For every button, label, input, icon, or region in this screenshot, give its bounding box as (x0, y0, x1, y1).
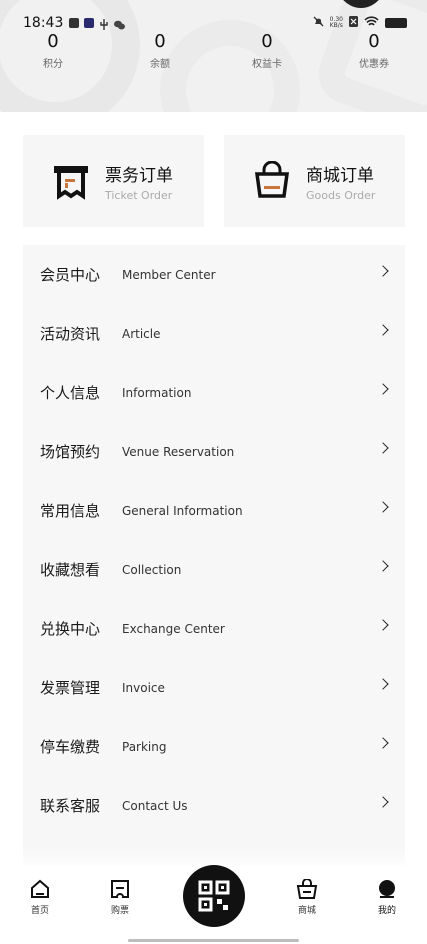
tab-tickets[interactable]: 购票 (95, 879, 145, 916)
home-indicator (128, 939, 299, 942)
notification-icon (69, 18, 80, 28)
ticket-order-title: 票务订单 (105, 165, 173, 186)
menu-item-contact-us[interactable]: 联系客服 Contact Us (23, 776, 405, 835)
menu-item-article[interactable]: 活动资讯 Article (23, 304, 405, 363)
account-stats: 0 积分 0 余额 0 权益卡 0 优惠券 (0, 32, 427, 72)
app-notification-icon (84, 18, 95, 28)
chevron-right-icon (377, 737, 389, 749)
network-speed: 0.30 KB/s (329, 16, 343, 29)
chevron-right-icon (377, 324, 389, 336)
tab-mall[interactable]: 商城 (282, 879, 332, 916)
chevron-right-icon (377, 501, 389, 513)
chevron-right-icon (377, 265, 389, 277)
goods-order-subtitle: Goods Order (306, 188, 376, 202)
menu-item-general-information[interactable]: 常用信息 General Information (23, 481, 405, 540)
ticket-order-icon (54, 166, 88, 200)
ticket-icon (111, 880, 129, 898)
tab-home[interactable]: 首页 (15, 879, 65, 916)
chevron-right-icon (377, 678, 389, 690)
bottom-tab-bar: 首页 购票 商城 我的 (0, 865, 427, 944)
chevron-right-icon (377, 619, 389, 631)
mute-icon (313, 15, 324, 31)
order-cards: 票务订单 Ticket Order 商城订单 Goods Order (23, 135, 405, 227)
chevron-right-icon (377, 383, 389, 395)
tab-profile[interactable]: 我的 (362, 879, 412, 916)
menu-list: 会员中心 Member Center 活动资讯 Article 个人信息 Inf… (23, 245, 405, 865)
menu-item-collection[interactable]: 收藏想看 Collection (23, 540, 405, 599)
menu-item-exchange-center[interactable]: 兑换中心 Exchange Center (23, 599, 405, 658)
chevron-right-icon (377, 560, 389, 572)
stat-points[interactable]: 0 积分 (18, 32, 88, 71)
chat-icon (114, 18, 126, 30)
wifi-icon (364, 15, 379, 31)
menu-item-venue-reservation[interactable]: 场馆预约 Venue Reservation (23, 422, 405, 481)
stat-membership-card[interactable]: 0 权益卡 (232, 32, 302, 71)
chevron-right-icon (377, 796, 389, 808)
goods-order-button[interactable]: 商城订单 Goods Order (224, 135, 405, 227)
menu-item-member-center[interactable]: 会员中心 Member Center (23, 245, 405, 304)
home-icon (31, 879, 49, 898)
ticket-order-button[interactable]: 票务订单 Ticket Order (23, 135, 204, 227)
usb-icon (99, 18, 109, 30)
status-time: 18:43 (23, 15, 64, 31)
menu-item-parking[interactable]: 停车缴费 Parking (23, 717, 405, 776)
stat-coupons[interactable]: 0 优惠券 (339, 32, 409, 71)
chevron-right-icon (377, 442, 389, 454)
battery-icon (385, 18, 407, 28)
ticket-order-subtitle: Ticket Order (105, 188, 173, 202)
stat-balance[interactable]: 0 余额 (125, 32, 195, 71)
status-bar: 18:43 0.30 KB/s (0, 12, 427, 34)
cart-icon (296, 879, 318, 899)
goods-order-title: 商城订单 (306, 165, 374, 186)
shopping-bag-icon (254, 161, 290, 198)
qr-code-button[interactable] (183, 865, 245, 927)
qr-code-icon (198, 880, 230, 912)
profile-icon (379, 880, 395, 898)
menu-item-invoice[interactable]: 发票管理 Invoice (23, 658, 405, 717)
list-fade (23, 845, 405, 865)
sim-icon (349, 15, 358, 31)
menu-item-information[interactable]: 个人信息 Information (23, 363, 405, 422)
